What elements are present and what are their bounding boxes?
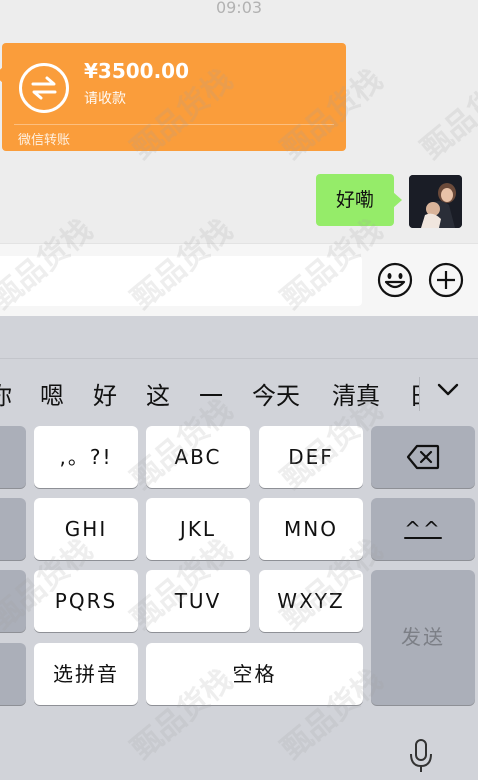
key-ghi[interactable]: GHI bbox=[34, 498, 138, 560]
key-jkl[interactable]: JKL bbox=[146, 498, 250, 560]
chevron-down-icon[interactable] bbox=[432, 376, 464, 404]
send-button[interactable]: 发送 bbox=[371, 570, 475, 705]
wechat-transfer-card[interactable]: ¥3500.00 请收款 微信转账 bbox=[0, 43, 346, 151]
keyboard-side-key[interactable] bbox=[0, 570, 26, 632]
candidate-word[interactable]: 好 bbox=[93, 376, 117, 411]
transfer-footer: 微信转账 bbox=[18, 133, 71, 148]
transfer-amount: ¥3500.00 bbox=[84, 59, 190, 83]
chat-area: 09:03 ¥3500.00 请收款 微信转账 好嘞 bbox=[0, 0, 478, 243]
transfer-icon bbox=[19, 63, 69, 113]
key-mno[interactable]: MNO bbox=[259, 498, 363, 560]
microphone-icon[interactable] bbox=[408, 738, 434, 774]
message-input[interactable] bbox=[0, 256, 362, 306]
candidate-word[interactable]: 清真 bbox=[332, 376, 380, 411]
transfer-caption: 请收款 bbox=[84, 91, 126, 107]
bubble-tail bbox=[0, 67, 3, 83]
key-tuv[interactable]: TUV bbox=[146, 570, 250, 632]
backspace-icon bbox=[406, 444, 440, 470]
key-punctuation[interactable]: ,。?! bbox=[34, 426, 138, 488]
message-timestamp: 09:03 bbox=[215, 0, 263, 17]
keyboard-side-key[interactable] bbox=[0, 426, 26, 488]
add-plus-icon[interactable] bbox=[428, 262, 464, 298]
candidate-word[interactable]: 嗯 bbox=[40, 376, 64, 411]
keyboard-side-key[interactable] bbox=[0, 643, 26, 705]
key-wxyz[interactable]: WXYZ bbox=[259, 570, 363, 632]
candidate-word[interactable]: 日 bbox=[409, 376, 419, 411]
key-abc[interactable]: ABC bbox=[146, 426, 250, 488]
bubble-tail bbox=[393, 192, 402, 208]
key-pqrs[interactable]: PQRS bbox=[34, 570, 138, 632]
backspace-key[interactable] bbox=[371, 426, 475, 488]
divider bbox=[419, 377, 420, 411]
candidate-word[interactable]: 一 bbox=[199, 376, 223, 411]
candidate-word[interactable]: 这 bbox=[146, 376, 170, 411]
key-def[interactable]: DEF bbox=[259, 426, 363, 488]
candidate-word[interactable]: 你 bbox=[0, 376, 12, 411]
message-text: 好嘞 bbox=[335, 189, 374, 211]
key-select-pinyin[interactable]: 选拼音 bbox=[34, 643, 138, 705]
avatar[interactable] bbox=[409, 175, 462, 228]
divider bbox=[14, 124, 334, 125]
keyboard-side-key[interactable] bbox=[0, 498, 26, 560]
candidate-word[interactable]: 今天 bbox=[252, 376, 300, 411]
candidate-bar: 你 嗯 好 这 一 今天 清真 日 bbox=[0, 358, 478, 424]
key-emoticon[interactable]: ^^ bbox=[371, 498, 475, 560]
space-key[interactable]: 空格 bbox=[146, 643, 363, 705]
emoji-icon[interactable] bbox=[377, 262, 413, 298]
sent-message-bubble[interactable]: 好嘞 bbox=[316, 174, 402, 226]
